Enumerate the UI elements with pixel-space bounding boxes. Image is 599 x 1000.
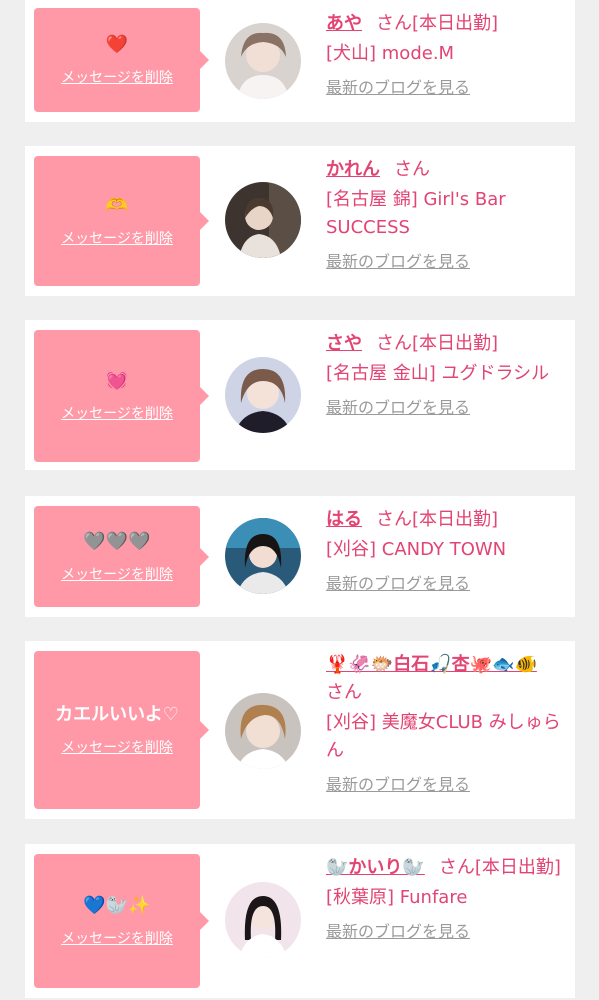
honorific: さん [376, 333, 412, 354]
honorific: さん [438, 857, 475, 878]
message-text: カエルいいよ♡ [55, 704, 179, 725]
avatar[interactable] [225, 882, 301, 958]
avatar[interactable] [225, 182, 301, 258]
honorific: さん [326, 682, 362, 703]
message-bubble: 💓 メッセージを削除 [34, 330, 209, 462]
list-item: 💙🦭✨ メッセージを削除 🦭かいり🦭 さん[本日出勤] [秋葉原] Funfare… [25, 844, 575, 998]
shop-name: [犬山] mode.M [326, 43, 455, 64]
avatar[interactable] [225, 518, 301, 594]
message-text: 🩶🩶🩶 [83, 530, 151, 552]
latest-blog-link[interactable]: 最新のブログを見る [326, 572, 470, 596]
working-today-badge: [本日出勤] [412, 509, 499, 530]
entry-info: はる さん[本日出勤] [刈谷] CANDY TOWN 最新のブログを見る [326, 506, 566, 596]
entry-info: さや さん[本日出勤] [名古屋 金山] ユグドラシル 最新のブログを見る [326, 330, 566, 420]
shop-name: [刈谷] CANDY TOWN [326, 539, 507, 560]
working-today-badge: [本日出勤] [412, 13, 499, 34]
latest-blog-link[interactable]: 最新のブログを見る [326, 773, 470, 797]
delete-message-link[interactable]: メッセージを削除 [61, 403, 173, 423]
name-line: かれん さん [326, 156, 566, 184]
cast-name-link[interactable]: あや [326, 13, 362, 34]
shop-name: [名古屋 錦] Girl's Bar SUCCESS [326, 189, 506, 238]
name-line: はる さん[本日出勤] [326, 506, 566, 534]
working-today-badge: [本日出勤] [412, 333, 499, 354]
cast-name-link[interactable]: さや [326, 333, 362, 354]
name-line: あや さん[本日出勤] [326, 10, 566, 38]
message-text: 🫶 [105, 195, 129, 216]
message-text: 💓 [105, 370, 129, 391]
cast-name-link[interactable]: 🦭かいり🦭 [326, 857, 425, 878]
message-list: ❤️ メッセージを削除 あや さん[本日出勤] [犬山] mode.M 最新のブロ… [0, 0, 599, 1000]
delete-message-link[interactable]: メッセージを削除 [61, 737, 173, 757]
avatar[interactable] [225, 23, 301, 99]
avatar[interactable] [225, 693, 301, 769]
delete-message-link[interactable]: メッセージを削除 [61, 67, 173, 87]
shop-name: [名古屋 金山] ユグドラシル [326, 363, 550, 384]
shop-name: [刈谷] 美魔女CLUB みしゅらん [326, 712, 561, 761]
latest-blog-link[interactable]: 最新のブログを見る [326, 396, 470, 420]
cast-name-link[interactable]: はる [326, 509, 362, 530]
latest-blog-link[interactable]: 最新のブログを見る [326, 920, 470, 944]
list-item: 🩶🩶🩶 メッセージを削除 はる さん[本日出勤] [刈谷] CANDY TOWN … [25, 496, 575, 617]
delete-message-link[interactable]: メッセージを削除 [61, 928, 173, 948]
entry-info: あや さん[本日出勤] [犬山] mode.M 最新のブログを見る [326, 10, 566, 100]
entry-info: 🦭かいり🦭 さん[本日出勤] [秋葉原] Funfare 最新のブログを見る [326, 854, 566, 944]
shop-name: [秋葉原] Funfare [326, 887, 468, 908]
list-item: ❤️ メッセージを削除 あや さん[本日出勤] [犬山] mode.M 最新のブロ… [25, 0, 575, 122]
message-bubble: ❤️ メッセージを削除 [34, 8, 209, 112]
message-bubble: カエルいいよ♡ メッセージを削除 [34, 651, 209, 809]
name-line: 🦭かいり🦭 さん[本日出勤] [326, 854, 566, 882]
honorific: さん [376, 13, 412, 34]
honorific: さん [394, 159, 430, 180]
cast-name-link[interactable]: 🦞🦑🐡白石🎣杏🐙🐟🐠 [326, 654, 537, 675]
message-text: ❤️ [105, 34, 129, 55]
list-item: 💓 メッセージを削除 さや さん[本日出勤] [名古屋 金山] ユグドラシル 最新… [25, 320, 575, 470]
message-bubble: 💙🦭✨ メッセージを削除 [34, 854, 209, 988]
message-bubble: 🫶 メッセージを削除 [34, 156, 209, 286]
name-line: 🦞🦑🐡白石🎣杏🐙🐟🐠 さん [326, 651, 566, 707]
delete-message-link[interactable]: メッセージを削除 [61, 228, 173, 248]
avatar[interactable] [225, 357, 301, 433]
working-today-badge: [本日出勤] [474, 857, 561, 878]
list-item: 🫶 メッセージを削除 かれん さん [名古屋 錦] Girl's Bar SUCC… [25, 146, 575, 296]
entry-info: 🦞🦑🐡白石🎣杏🐙🐟🐠 さん [刈谷] 美魔女CLUB みしゅらん 最新のブログを見… [326, 651, 566, 797]
name-line: さや さん[本日出勤] [326, 330, 566, 358]
delete-message-link[interactable]: メッセージを削除 [61, 564, 173, 584]
message-text: 💙🦭✨ [83, 895, 151, 916]
message-bubble: 🩶🩶🩶 メッセージを削除 [34, 506, 209, 607]
list-item: カエルいいよ♡ メッセージを削除 🦞🦑🐡白石🎣杏🐙🐟🐠 さん [刈谷] 美魔女CL… [25, 641, 575, 819]
latest-blog-link[interactable]: 最新のブログを見る [326, 250, 470, 274]
honorific: さん [376, 509, 412, 530]
entry-info: かれん さん [名古屋 錦] Girl's Bar SUCCESS 最新のブログを… [326, 156, 566, 274]
latest-blog-link[interactable]: 最新のブログを見る [326, 76, 470, 100]
cast-name-link[interactable]: かれん [326, 159, 380, 180]
